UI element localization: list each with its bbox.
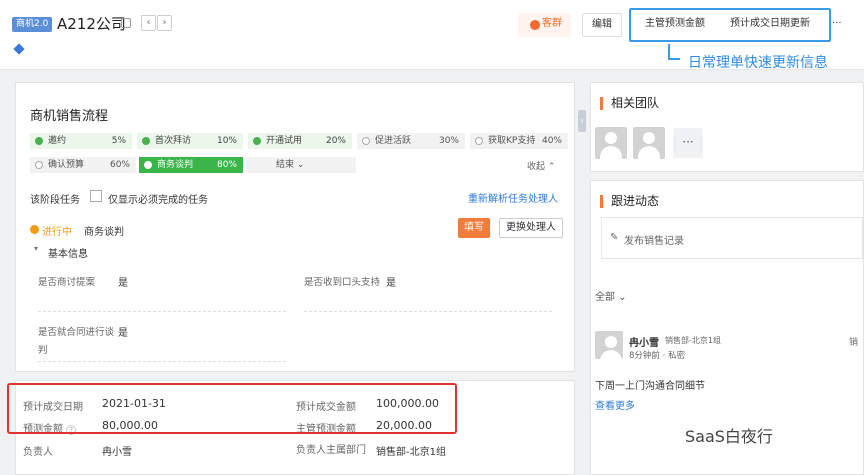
avatar[interactable] <box>595 331 623 363</box>
more-members-button[interactable]: ··· <box>673 128 703 158</box>
customer-group-label: 客群 <box>542 18 562 29</box>
previous-record-button[interactable]: ‹ <box>141 15 156 31</box>
watermark: SaaS白夜行 <box>685 427 773 446</box>
pending-icon <box>35 161 43 169</box>
key-fields-highlight <box>7 383 457 434</box>
followup-title: 跟进动态 <box>600 195 659 208</box>
stage-kp-support[interactable]: 获取KP支持 40% <box>470 133 568 149</box>
sidebar-toggle-icon[interactable]: › <box>578 110 586 132</box>
pending-icon <box>475 137 483 145</box>
owner-label: 负责人 <box>23 447 53 458</box>
only-required-checkbox[interactable] <box>90 190 102 202</box>
edit-icon: ✎ <box>610 232 619 243</box>
page-title: A212公司 <box>57 15 126 33</box>
annotation-arrow <box>668 44 680 60</box>
edit-button[interactable]: 编辑 <box>582 13 622 37</box>
filter-dropdown[interactable]: 全部 ⌄ <box>595 288 627 303</box>
field-value: 是 <box>386 278 396 289</box>
current-task-name: 商务谈判 <box>84 227 124 238</box>
team-card: 相关团队 ··· <box>590 82 864 172</box>
caret-down-icon[interactable]: ▾ <box>34 244 38 253</box>
divider <box>304 311 552 312</box>
divider <box>38 311 286 312</box>
sales-process-card: 商机销售流程 邀约 5% 首次拜访 10% 开通试用 20% 促进活跃 30% … <box>15 82 575 372</box>
field-label: 是否就合同进行谈判 <box>38 327 115 356</box>
record-header: 商机2.0 A212公司 ‹ › 客群 编辑 主管预测金额 预计成交日期更新 ·… <box>0 0 864 71</box>
stage-invite[interactable]: 邀约 5% <box>30 133 132 149</box>
next-record-button[interactable]: › <box>157 15 172 31</box>
basic-info-title: 基本信息 <box>48 249 88 260</box>
field-label: 是否收到口头支持 <box>304 277 381 288</box>
stage-budget[interactable]: 确认预算 60% <box>30 157 136 173</box>
lock-icon[interactable] <box>121 18 131 28</box>
field-value: 是 <box>118 278 128 289</box>
team-title: 相关团队 <box>600 97 659 110</box>
entry-content: 下周一上门沟通合同细节 <box>595 381 705 392</box>
sales-process-title: 商机销售流程 <box>30 109 109 124</box>
change-handler-button[interactable]: 更换处理人 <box>499 218 563 238</box>
stage-tasks-label: 该阶段任务 <box>30 195 80 206</box>
check-icon <box>142 137 150 145</box>
in-progress-label: 进行中 <box>42 227 72 238</box>
version-badge: 商机2.0 <box>12 17 53 32</box>
field-label: 是否商讨提案 <box>38 277 96 288</box>
collapse-button[interactable]: 收起 ⌃ <box>527 159 555 172</box>
reparse-handler-link[interactable]: 重新解析任务处理人 <box>468 190 558 205</box>
field-value: 是 <box>118 328 128 339</box>
post-record-input[interactable]: ✎ 发布销售记录 <box>601 217 863 259</box>
stage-end-dropdown[interactable]: 结束 ⌄ <box>246 157 356 173</box>
avatar[interactable] <box>595 127 627 159</box>
stage-first-visit[interactable]: 首次拜访 10% <box>137 133 243 149</box>
annotation-text: 日常理单快速更新信息 <box>688 55 828 71</box>
divider <box>38 361 286 362</box>
entry-time: 8分钟前 · 私密 <box>629 351 686 361</box>
view-more-link[interactable]: 查看更多 <box>595 397 635 412</box>
avatar[interactable] <box>633 127 665 159</box>
customer-group-button[interactable]: 客群 <box>518 13 571 37</box>
post-placeholder: 发布销售记录 <box>624 236 684 247</box>
only-required-label: 仅显示必须完成的任务 <box>108 195 208 206</box>
owner-value[interactable]: 冉小雪 <box>102 443 132 458</box>
entry-dept: 销售部-北京1组 <box>665 336 721 345</box>
owner-dept-value: 销售部-北京1组 <box>376 447 446 458</box>
clock-icon <box>144 161 152 169</box>
check-icon <box>35 137 43 145</box>
fill-button[interactable]: 填写 <box>458 218 490 238</box>
in-progress-icon <box>30 225 39 234</box>
quick-update-highlight <box>629 8 831 42</box>
stage-activation[interactable]: 促进活跃 30% <box>357 133 465 149</box>
pending-icon <box>362 137 370 145</box>
alert-icon <box>530 20 540 30</box>
tag-icon[interactable] <box>13 43 25 55</box>
stage-trial[interactable]: 开通试用 20% <box>248 133 352 149</box>
entry-author[interactable]: 冉小雪 <box>629 334 659 349</box>
check-icon <box>253 137 261 145</box>
entry-truncated-text: 销 <box>849 338 859 348</box>
stage-negotiation[interactable]: 商务谈判 80% <box>139 157 243 173</box>
owner-dept-label: 负责人主属部门 <box>296 445 366 456</box>
